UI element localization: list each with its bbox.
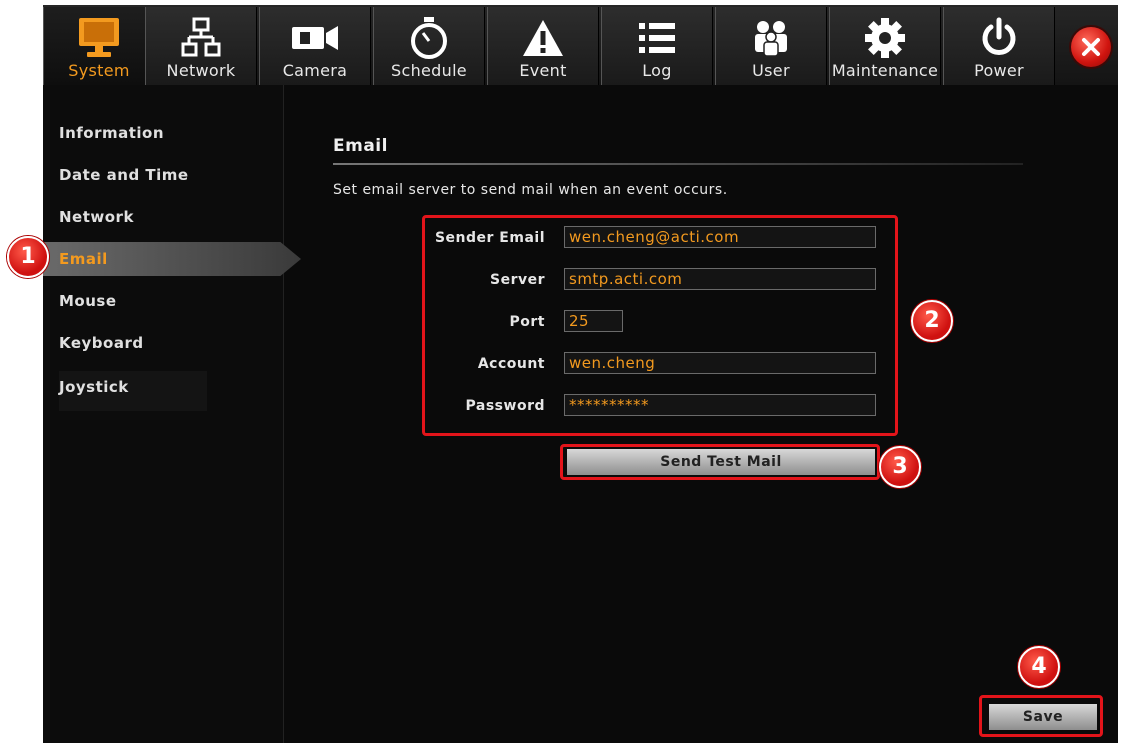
tab-log[interactable]: Log <box>601 7 713 85</box>
users-icon <box>716 15 826 61</box>
settings-sidebar: Information Date and Time Network Email … <box>43 85 301 743</box>
sidebar-item-network[interactable]: Network <box>59 203 134 231</box>
sidebar-item-keyboard[interactable]: Keyboard <box>59 329 144 357</box>
callout-badge-4: 4 <box>1018 646 1060 688</box>
network-icon <box>146 15 256 61</box>
tab-label: Network <box>166 61 236 80</box>
sidebar-item-date-and-time[interactable]: Date and Time <box>59 161 189 189</box>
save-highlight-box <box>979 695 1103 737</box>
tab-network[interactable]: Network <box>145 7 257 85</box>
tab-label: Schedule <box>391 61 467 80</box>
sidebar-item-information[interactable]: Information <box>59 119 164 147</box>
camera-icon <box>260 15 370 61</box>
tab-camera[interactable]: Camera <box>259 7 371 85</box>
tab-label: Camera <box>282 61 348 80</box>
monitor-icon <box>44 15 154 61</box>
nvr-settings-screen: System Network Camera Schedule Event Log… <box>43 5 1118 743</box>
title-divider <box>333 163 1023 165</box>
page-title: Email <box>333 136 388 156</box>
tab-label: Power <box>974 61 1024 80</box>
fields-highlight-box <box>422 215 898 436</box>
sidebar-item-mouse[interactable]: Mouse <box>59 287 117 315</box>
power-icon <box>944 15 1054 61</box>
tab-system[interactable]: System <box>43 7 155 85</box>
warning-icon <box>488 15 598 61</box>
tab-event[interactable]: Event <box>487 7 599 85</box>
close-icon <box>1082 38 1100 56</box>
callout-badge-2: 2 <box>911 300 953 342</box>
sidebar-item-joystick[interactable]: Joystick <box>59 371 207 411</box>
gear-icon <box>830 15 940 61</box>
section-description: Set email server to send mail when an ev… <box>333 182 728 198</box>
stopwatch-icon <box>374 15 484 61</box>
callout-badge-3: 3 <box>879 446 921 488</box>
tab-label: User <box>752 61 790 80</box>
tab-label: Maintenance <box>831 61 939 80</box>
tab-maintenance[interactable]: Maintenance <box>829 7 941 85</box>
top-toolbar: System Network Camera Schedule Event Log… <box>43 5 1118 85</box>
callout-badge-1: 1 <box>7 236 49 278</box>
tab-power[interactable]: Power <box>943 7 1055 85</box>
close-button[interactable] <box>1071 27 1111 67</box>
tab-schedule[interactable]: Schedule <box>373 7 485 85</box>
tab-user[interactable]: User <box>715 7 827 85</box>
tab-label: System <box>68 61 130 80</box>
tab-label: Event <box>519 61 567 80</box>
tab-label: Log <box>642 61 672 80</box>
list-icon <box>602 15 712 61</box>
test-mail-highlight-box <box>560 444 880 480</box>
sidebar-item-email[interactable]: Email <box>43 242 301 276</box>
